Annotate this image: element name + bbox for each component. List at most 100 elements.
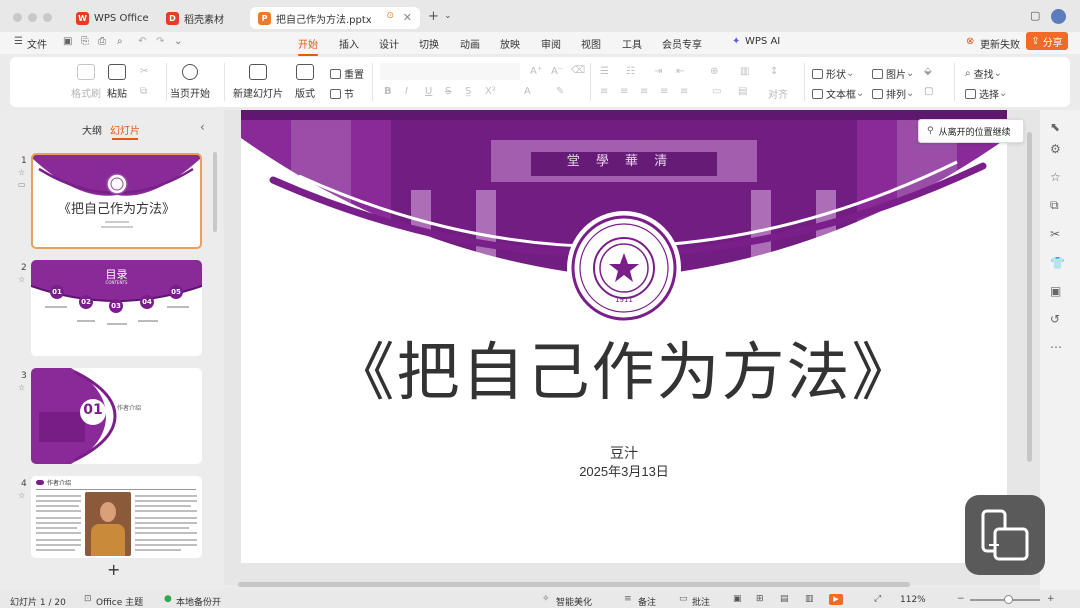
new-slide-button[interactable]: 新建幻灯片 bbox=[233, 64, 283, 100]
more-icon[interactable]: ⋯ bbox=[1050, 340, 1062, 354]
menu-tab-review[interactable]: 审阅 bbox=[541, 36, 561, 51]
window-zoom-dot[interactable] bbox=[43, 13, 52, 22]
picture-button[interactable]: 图片 ⌄ bbox=[872, 66, 914, 81]
window-mode-icon[interactable]: ▢ bbox=[1030, 9, 1040, 22]
paste-button[interactable]: 粘贴 bbox=[107, 64, 127, 100]
columns-icon[interactable]: ▥ bbox=[740, 66, 749, 77]
textbox-button[interactable]: 文本框 ⌄ bbox=[812, 86, 864, 101]
indent-icon[interactable]: ⇥ bbox=[654, 66, 662, 77]
menu-tab-animation[interactable]: 动画 bbox=[460, 36, 480, 51]
align-left-icon[interactable]: ≡ bbox=[600, 86, 608, 97]
resume-position-tooltip[interactable]: ⚲ 从离开的位置继续 bbox=[918, 119, 1024, 143]
cut-icon[interactable]: ✂ bbox=[140, 66, 148, 77]
star-icon[interactable]: ☆ bbox=[18, 383, 25, 392]
add-slide-button[interactable]: + bbox=[107, 560, 120, 579]
numbered-list-icon[interactable]: ☷ bbox=[626, 66, 635, 77]
zoom-in-icon[interactable]: + bbox=[1047, 594, 1055, 604]
star-icon[interactable]: ☆ bbox=[18, 275, 25, 284]
print-icon[interactable]: ⎙ bbox=[98, 36, 106, 47]
favorite-icon[interactable]: ☆ bbox=[1050, 170, 1061, 184]
media-icon[interactable]: ▣ bbox=[1050, 284, 1061, 298]
undo-icon[interactable]: ↶ bbox=[138, 36, 146, 47]
slide-thumbnail-4[interactable]: 作者介绍 bbox=[31, 476, 202, 558]
bold-icon[interactable]: B bbox=[384, 86, 392, 97]
align-center-icon[interactable]: ≡ bbox=[620, 86, 628, 97]
preview-icon[interactable]: ⌕ bbox=[117, 36, 123, 47]
share-button[interactable]: ⇪ 分享 bbox=[1026, 32, 1068, 50]
menu-tab-home[interactable]: 开始 bbox=[298, 36, 318, 56]
slide-author[interactable]: 豆汁 bbox=[241, 443, 1007, 463]
font-shrink-icon[interactable]: A⁻ bbox=[551, 66, 563, 77]
properties-icon[interactable]: ⚙ bbox=[1050, 142, 1061, 156]
menu-tab-tools[interactable]: 工具 bbox=[622, 36, 642, 51]
slide-thumbnail-2[interactable]: 目录 CONTENTS 01 02 03 04 05 bbox=[31, 260, 202, 356]
export-icon[interactable]: ⎘ bbox=[81, 36, 89, 47]
underline-icon[interactable]: U bbox=[425, 86, 432, 97]
tab-outline[interactable]: 大纲 bbox=[82, 122, 102, 137]
font-grow-icon[interactable]: A⁺ bbox=[530, 66, 542, 77]
bullet-list-icon[interactable]: ☰ bbox=[600, 66, 609, 77]
star-icon[interactable]: ☆ bbox=[18, 491, 25, 500]
update-failed-status[interactable]: 更新失败 bbox=[980, 36, 1020, 51]
shapes-button[interactable]: 形状 ⌄ bbox=[812, 66, 854, 81]
pointer-icon[interactable]: ⬉ bbox=[1050, 120, 1060, 134]
text-direction-icon[interactable]: ⊕ bbox=[710, 66, 718, 77]
beautify-button[interactable]: 智能美化 bbox=[556, 595, 592, 608]
subscript-icon[interactable]: S̲ bbox=[465, 86, 471, 97]
clear-format-icon[interactable]: ⌫ bbox=[571, 65, 585, 76]
play-slideshow-icon[interactable]: ▶ bbox=[829, 594, 843, 605]
shapes-panel-icon[interactable]: ⧉ bbox=[1050, 198, 1059, 213]
menu-tab-slideshow[interactable]: 放映 bbox=[500, 36, 520, 51]
select-button[interactable]: 选择 ⌄ bbox=[965, 86, 1007, 101]
collapse-panel-icon[interactable]: ‹ bbox=[200, 120, 205, 134]
zoom-slider-handle[interactable] bbox=[1004, 595, 1013, 604]
find-button[interactable]: ⌕ 查找 ⌄ bbox=[965, 66, 1002, 81]
menu-tab-insert[interactable]: 插入 bbox=[339, 36, 359, 51]
main-slide[interactable]: 堂 學 華 清 1911 《把自己作为方法》 豆汁 2025年3月13日 bbox=[241, 110, 1007, 563]
vertical-align-icon[interactable]: ▭ bbox=[712, 86, 721, 97]
font-family-select[interactable] bbox=[380, 63, 520, 80]
zoom-level[interactable]: 112% bbox=[900, 595, 926, 605]
device-switch-button[interactable] bbox=[965, 495, 1045, 575]
close-tab-icon[interactable]: ✕ bbox=[403, 11, 412, 24]
outline-icon[interactable]: ▢ bbox=[924, 86, 933, 97]
layout-button[interactable]: 版式 bbox=[295, 64, 315, 100]
notes-button[interactable]: 备注 bbox=[638, 595, 656, 608]
tab-document[interactable]: P 把自己作为方法.pptx ⊙ ✕ bbox=[250, 7, 420, 29]
copy-icon[interactable]: ⧉ bbox=[140, 86, 147, 97]
italic-icon[interactable]: I bbox=[405, 86, 408, 97]
history-icon[interactable]: ↺ bbox=[1050, 312, 1060, 326]
highlight-icon[interactable]: ✎ bbox=[556, 86, 564, 97]
hamburger-icon[interactable]: ☰ bbox=[14, 36, 23, 47]
slide-date[interactable]: 2025年3月13日 bbox=[241, 461, 1007, 480]
horizontal-scrollbar[interactable] bbox=[238, 582, 910, 587]
fill-color-icon[interactable]: ⬙ bbox=[924, 66, 932, 77]
menu-tab-transition[interactable]: 切换 bbox=[419, 36, 439, 51]
slide-title[interactable]: 《把自己作为方法》 bbox=[241, 322, 1007, 413]
tab-templates[interactable]: D 稻壳素材 bbox=[158, 7, 246, 29]
slide-thumbnail-3[interactable]: 01 作者介绍 bbox=[31, 368, 202, 464]
theme-icon[interactable]: 👕 bbox=[1050, 256, 1065, 270]
arrange-button[interactable]: 排列 ⌄ bbox=[872, 86, 914, 101]
panel-scrollbar[interactable] bbox=[213, 152, 217, 232]
format-painter-button[interactable]: 格式刷 bbox=[71, 64, 101, 100]
section-button[interactable]: 节 bbox=[330, 86, 354, 101]
tools-icon[interactable]: ✂ bbox=[1050, 227, 1060, 241]
avatar[interactable] bbox=[1051, 9, 1066, 24]
slide-thumbnail-1[interactable]: 《把自己作为方法》 bbox=[31, 153, 202, 249]
menu-tab-view[interactable]: 视图 bbox=[581, 36, 601, 51]
theme-name[interactable]: Office 主题 bbox=[96, 595, 143, 608]
align-button[interactable]: 对齐 bbox=[768, 86, 788, 101]
distribute-icon[interactable]: ≡ bbox=[680, 86, 688, 97]
reset-button[interactable]: 重置 bbox=[330, 66, 364, 81]
menu-tab-design[interactable]: 设计 bbox=[379, 36, 399, 51]
window-minimize-dot[interactable] bbox=[28, 13, 37, 22]
backup-status[interactable]: 本地备份开 bbox=[176, 595, 221, 608]
outdent-icon[interactable]: ⇤ bbox=[676, 66, 684, 77]
align-right-icon[interactable]: ≡ bbox=[640, 86, 648, 97]
menu-file[interactable]: 文件 bbox=[27, 36, 47, 51]
outline-view-icon[interactable]: ▥ bbox=[805, 594, 814, 604]
zoom-out-icon[interactable]: − bbox=[957, 594, 965, 604]
reading-view-icon[interactable]: ▤ bbox=[780, 594, 789, 604]
menu-wps-ai[interactable]: WPS AI bbox=[745, 36, 780, 47]
